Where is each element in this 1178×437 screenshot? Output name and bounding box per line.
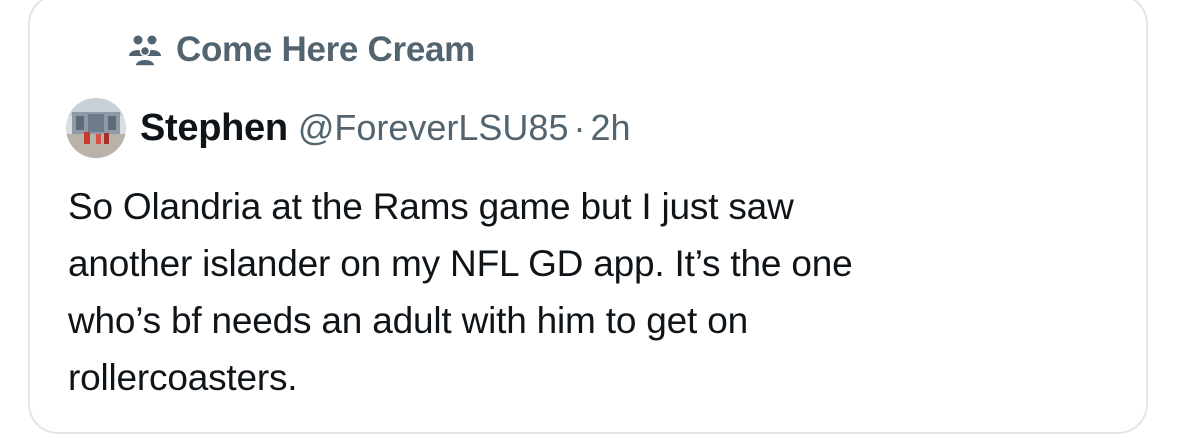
- timestamp[interactable]: 2h: [590, 107, 630, 149]
- tweet-text: So Olandria at the Rams game but I just …: [68, 178, 1108, 406]
- tweet-text-line: another islander on my NFL GD app. It’s …: [68, 243, 853, 284]
- tweet-header: Stephen @ForeverLSU85 · 2h: [66, 97, 631, 159]
- tweet-text-line: who’s bf needs an adult with him to get …: [68, 300, 748, 341]
- display-name[interactable]: Stephen: [140, 107, 288, 150]
- tweet-text-line: rollercoasters.: [68, 357, 298, 398]
- user-handle[interactable]: @ForeverLSU85: [298, 107, 569, 149]
- community-label[interactable]: Come Here Cream: [126, 30, 475, 70]
- tweet-text-line: So Olandria at the Rams game but I just …: [68, 186, 794, 227]
- separator-dot: ·: [573, 107, 586, 148]
- community-icon: [126, 34, 164, 67]
- community-name: Come Here Cream: [176, 30, 475, 69]
- avatar[interactable]: [66, 98, 126, 158]
